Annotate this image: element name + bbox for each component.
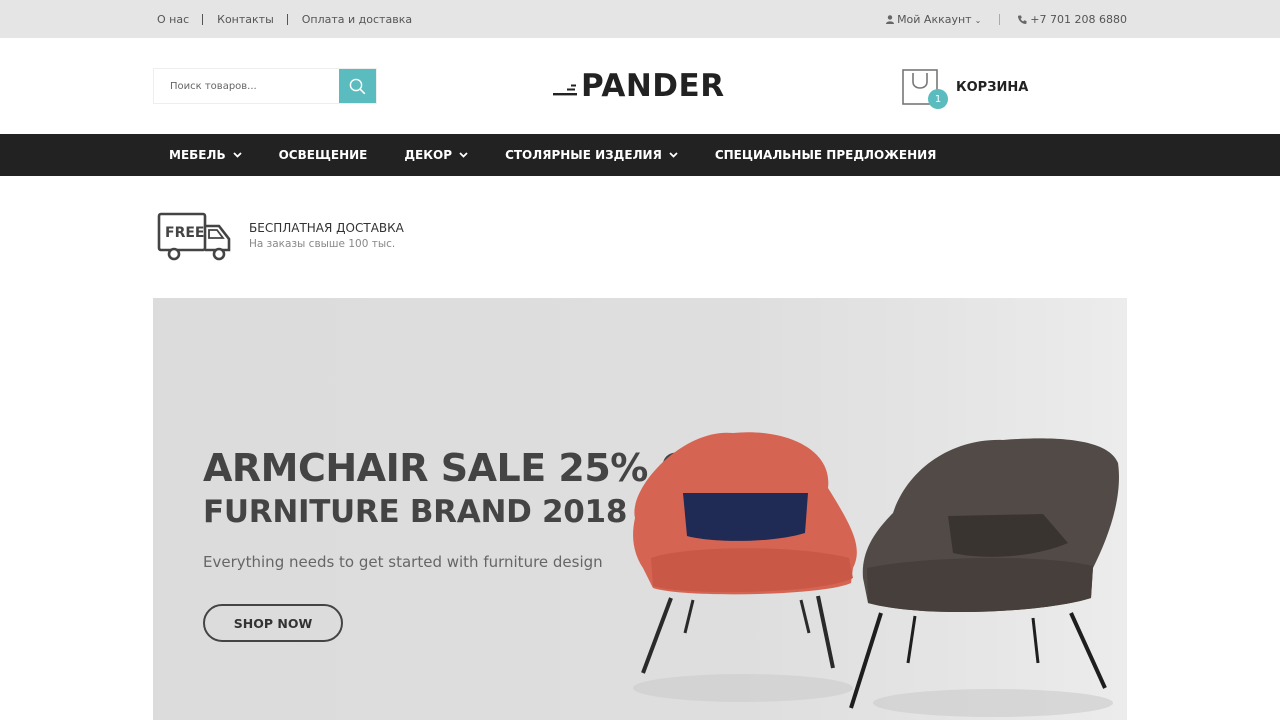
divider [202,13,204,25]
user-icon [886,15,895,24]
free-shipping-banner: FREE БЕСПЛАТНАЯ ДОСТАВКА На заказы свыше… [157,212,404,262]
nav-item-decor[interactable]: ДЕКОР [404,148,468,162]
phone[interactable]: +7 701 208 6880 [1018,13,1127,26]
divider [999,13,1001,25]
search-input[interactable] [154,69,339,103]
site-logo[interactable]: PANDER [553,68,725,104]
cart-label: КОРЗИНА [956,79,1029,95]
nav-item-label: СТОЛЯРНЫЕ ИЗДЕЛИЯ [505,148,662,162]
nav-item-joinery[interactable]: СТОЛЯРНЫЕ ИЗДЕЛИЯ [505,148,678,162]
chevron-down-icon [232,152,242,158]
armchairs-image [633,432,1119,717]
chevron-down-icon [459,152,468,158]
link-payment-delivery[interactable]: Оплата и доставка [302,13,412,26]
search-button[interactable] [339,69,376,103]
nav-item-lighting[interactable]: ОСВЕЩЕНИЕ [279,148,368,162]
phone-number: +7 701 208 6880 [1030,12,1127,26]
hero-text: Everything needs to get started with fur… [203,553,603,571]
hero-subheadline: FURNITURE BRAND 2018 [203,494,628,530]
main-nav: МЕБЕЛЬ ОСВЕЩЕНИЕ ДЕКОР СТОЛЯРНЫЕ ИЗДЕЛИЯ… [0,134,1280,176]
cart-bag: 1 [902,69,948,109]
nav-item-special-offers[interactable]: СПЕЦИАЛЬНЫЕ ПРЕДЛОЖЕНИЯ [715,148,937,162]
nav-item-label: ОСВЕЩЕНИЕ [278,148,368,162]
chevron-down-icon [669,152,678,158]
divider [286,13,288,25]
cart-count-badge: 1 [928,89,948,109]
chevron-down-icon: ⌄ [974,15,982,25]
shop-now-button[interactable]: SHOP NOW [203,604,343,642]
truck-badge-text: FREE [165,225,204,241]
account-label: Мой Аккаунт [897,12,972,26]
top-bar: О нас Контакты Оплата и доставка Мой Акк… [0,0,1280,38]
nav-item-label: СПЕЦИАЛЬНЫЕ ПРЕДЛОЖЕНИЯ [714,148,937,162]
cart[interactable]: 1 КОРЗИНА [902,68,1029,109]
shipping-subtitle: На заказы свыше 100 тыс. [249,238,396,250]
top-links: О нас Контакты Оплата и доставка [157,0,412,38]
nav-item-furniture[interactable]: МЕБЕЛЬ [169,148,242,162]
delivery-truck-icon: FREE [157,212,231,261]
search-icon [349,78,366,94]
phone-icon [1018,15,1027,24]
shipping-title: БЕСПЛАТНАЯ ДОСТАВКА [249,221,404,235]
nav-item-label: МЕБЕЛЬ [169,148,226,162]
account-menu[interactable]: Мой Аккаунт ⌄ [886,13,981,26]
logo-text: PANDER [581,68,725,104]
nav-item-label: ДЕКОР [404,148,453,162]
search-box [153,68,377,104]
top-right: Мой Аккаунт ⌄ +7 701 208 6880 [886,0,1127,38]
hero-banner: ARMCHAIR SALE 25% OFF FURNITURE BRAND 20… [153,298,1127,720]
logo-mark-icon [553,84,577,96]
link-about[interactable]: О нас [157,13,189,26]
shipping-text: БЕСПЛАТНАЯ ДОСТАВКА На заказы свыше 100 … [249,221,404,250]
link-contacts[interactable]: Контакты [217,13,274,26]
